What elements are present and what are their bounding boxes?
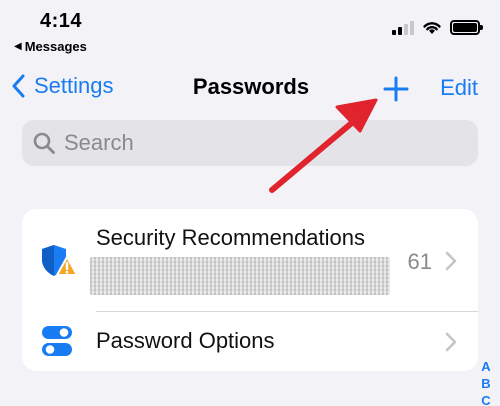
chevron-right-icon — [445, 332, 457, 352]
cellular-signal-icon — [392, 20, 414, 35]
passwords-screen: 4:14 ◀ Messages Settings Passwords Edit — [0, 0, 500, 406]
password-options-label: Password Options — [96, 328, 275, 353]
index-letter[interactable]: B — [481, 375, 490, 392]
redacted-subtitle — [90, 257, 390, 295]
search-field[interactable]: Search — [22, 120, 478, 166]
status-icons — [392, 20, 483, 35]
shield-warning-icon — [42, 245, 78, 276]
back-app-label: Messages — [24, 39, 87, 54]
recommendations-count: 61 — [407, 249, 432, 274]
page-title-text: Passwords — [192, 74, 310, 99]
search-icon — [33, 132, 55, 154]
index-letter[interactable]: A — [481, 358, 490, 375]
status-time: 4:14 — [40, 10, 83, 32]
chevron-right-icon — [445, 251, 457, 271]
page-title: Passwords — [0, 74, 500, 100]
back-triangle-icon: ◀ — [14, 41, 22, 52]
passwords-options-list: Security Recommendations 61 Password Opt… — [22, 209, 478, 371]
search-placeholder: Search — [64, 130, 134, 155]
toggles-icon — [42, 326, 72, 356]
wifi-icon — [423, 22, 441, 34]
battery-icon — [450, 20, 483, 35]
add-password-button[interactable] — [380, 73, 412, 105]
back-to-app-link[interactable]: ◀ Messages — [14, 39, 87, 54]
password-options-row[interactable]: Password Options — [22, 311, 478, 371]
security-recommendations-row[interactable]: Security Recommendations 61 — [22, 209, 478, 311]
index-letter[interactable]: C — [481, 392, 490, 406]
security-recommendations-label: Security Recommendations — [96, 225, 366, 250]
section-index[interactable]: A B C — [476, 358, 496, 406]
plus-icon — [383, 76, 409, 102]
edit-button[interactable]: Edit — [440, 75, 478, 101]
